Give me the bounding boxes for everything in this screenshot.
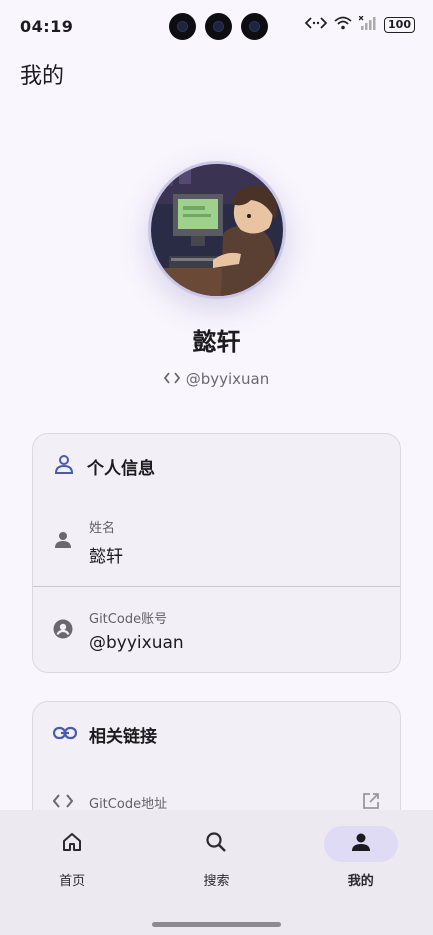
nav-home[interactable]: 首页 [35,826,109,935]
nav-label: 首页 [59,874,86,889]
code-icon [52,793,74,812]
person-outline-icon [53,453,75,479]
camera-icon [205,13,232,40]
camera-icon [241,13,268,40]
bottom-navigation: 首页 搜索 我的 [0,810,433,935]
page-title: 我的 [20,64,65,89]
person-icon [53,530,73,554]
profile-handle-row: @byyixuan [0,370,433,388]
account-circle-icon [53,619,73,643]
search-icon [205,831,227,857]
nav-search[interactable]: 搜索 [179,826,253,935]
personal-info-card: 个人信息 姓名 懿轩 GitCode账号 @byyixuan [32,433,401,673]
person-icon [350,831,372,857]
info-row-name: 姓名 懿轩 [33,498,400,586]
nav-label: 搜索 [203,874,230,889]
row-label: GitCode地址 [89,796,168,812]
profile-handle: @byyixuan [185,370,270,388]
row-value: @byyixuan [89,633,184,653]
nav-profile[interactable]: 我的 [323,826,398,935]
home-icon [61,831,83,857]
info-row-gitcode: GitCode账号 @byyixuan [33,587,400,672]
home-indicator[interactable] [152,922,281,927]
card-title: 相关链接 [89,726,157,747]
status-time: 04:19 [20,16,74,36]
row-label: GitCode账号 [89,612,168,627]
card-header: 个人信息 [33,434,400,498]
wifi-icon [334,16,352,34]
row-value: 懿轩 [89,547,123,567]
camera-cutout [169,13,268,40]
signal-icon [358,15,377,34]
status-icons: 100 [304,15,415,34]
data-transfer-icon [304,16,328,34]
camera-icon [169,13,196,40]
profile-name: 懿轩 [192,328,241,356]
battery-indicator: 100 [384,17,415,33]
row-label: 姓名 [89,521,116,536]
link-icon [52,725,78,744]
card-header: 相关链接 [33,702,400,766]
nav-label: 我的 [347,874,374,889]
avatar[interactable] [148,161,286,299]
card-title: 个人信息 [87,458,155,479]
code-icon [163,370,180,388]
